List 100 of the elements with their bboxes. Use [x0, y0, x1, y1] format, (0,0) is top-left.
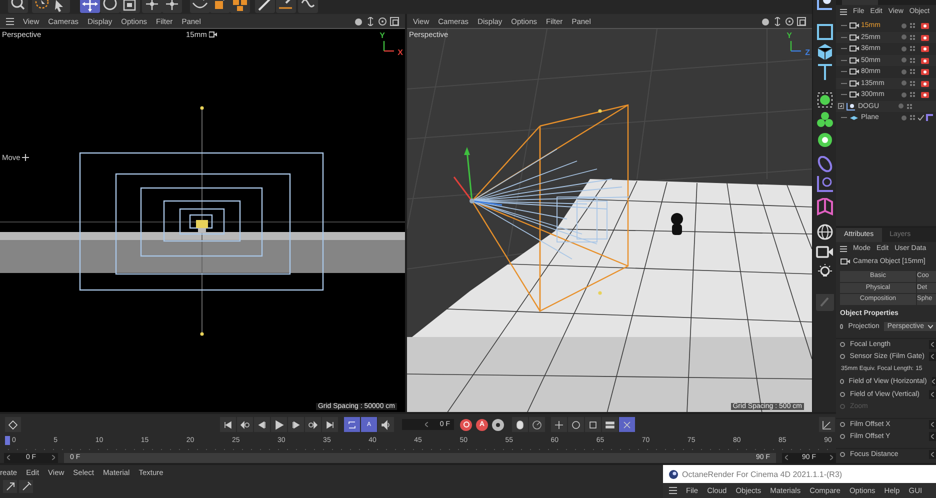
play-icon[interactable] [271, 417, 287, 432]
scale-icon[interactable] [120, 0, 140, 13]
camera-icon [840, 257, 850, 266]
curve-icon[interactable] [298, 0, 318, 13]
deformer-icon[interactable] [814, 176, 834, 194]
scale-key-icon[interactable] [585, 417, 601, 432]
record-icon[interactable] [460, 418, 472, 431]
selection-icon[interactable] [32, 0, 52, 13]
pencil-icon[interactable] [814, 294, 834, 312]
number-field[interactable] [929, 432, 936, 442]
loop-icon [347, 420, 357, 430]
eyedropper-icon[interactable] [19, 480, 33, 493]
chevron-icon[interactable] [52, 455, 55, 460]
orbit-icon[interactable] [785, 16, 794, 26]
next-frame-icon[interactable] [288, 417, 304, 432]
cubes-icon[interactable] [230, 0, 250, 13]
position-key-icon[interactable] [551, 417, 567, 432]
camera-tag-icon[interactable] [918, 68, 929, 76]
globe-icon[interactable] [814, 224, 834, 242]
keyframe-record-icon[interactable] [492, 418, 504, 431]
gauge-icon[interactable] [529, 417, 545, 432]
axis-label: Y [786, 32, 792, 40]
cube-icon[interactable] [210, 0, 230, 13]
camera-icon [849, 21, 859, 30]
material-tag-icon[interactable] [926, 114, 933, 122]
number-field[interactable] [929, 340, 936, 350]
dolly-icon[interactable] [366, 16, 375, 26]
chevron-icon[interactable] [424, 422, 428, 428]
prev-frame-icon[interactable] [254, 417, 270, 432]
parameter-key-icon[interactable] [602, 417, 618, 432]
handle-dot[interactable] [200, 106, 204, 110]
camera-tag-icon[interactable] [918, 91, 929, 98]
keyframe-icon[interactable] [840, 434, 845, 440]
camera-tag-icon[interactable] [918, 22, 929, 30]
motion-record-icon[interactable] [512, 417, 528, 432]
camera-tag-icon[interactable] [918, 56, 929, 64]
keyframe-icon[interactable] [840, 422, 845, 428]
prev-key-icon[interactable] [237, 417, 253, 432]
keyframe-icon[interactable] [840, 452, 845, 458]
keyframe-icon[interactable] [5, 417, 21, 432]
pen-icon[interactable] [190, 0, 210, 13]
cursor-icon[interactable] [50, 0, 70, 13]
move-icon[interactable] [80, 0, 100, 13]
maximize-icon[interactable] [797, 16, 806, 26]
logo-icon [669, 470, 678, 478]
dolly-icon[interactable] [773, 16, 782, 26]
point-level-icon[interactable] [619, 417, 635, 432]
current-frame-marker[interactable] [5, 436, 10, 446]
axis-gizmo-icon [381, 39, 395, 53]
camera-tag-icon[interactable] [918, 45, 929, 52]
chevron-icon[interactable] [7, 455, 10, 460]
rotate-icon[interactable] [100, 0, 120, 13]
chevron-icon[interactable] [928, 324, 933, 329]
expand-toggle[interactable] [838, 103, 844, 110]
loop-button[interactable] [344, 417, 360, 432]
keyframe-icon[interactable] [840, 324, 844, 330]
last-frame-icon[interactable] [322, 417, 338, 432]
orbit-icon[interactable] [378, 16, 387, 26]
pan-icon[interactable] [761, 16, 770, 26]
number-field[interactable] [929, 390, 936, 399]
camera-tag-icon[interactable] [918, 34, 929, 41]
chevron-icon[interactable] [830, 455, 833, 460]
axis-arrows-icon[interactable] [162, 0, 182, 13]
camera-icon [849, 78, 859, 88]
number-field[interactable] [932, 377, 936, 386]
keyframe-icon[interactable] [840, 379, 844, 384]
keyframe-icon[interactable] [840, 392, 845, 397]
graph-icon[interactable] [819, 417, 835, 432]
keyframe-icon[interactable] [840, 354, 845, 360]
sound-icon[interactable] [378, 417, 394, 432]
pan-icon[interactable] [354, 16, 363, 26]
bend-icon[interactable] [814, 198, 834, 216]
next-key-icon[interactable] [305, 417, 321, 432]
rotation-key-icon[interactable] [568, 417, 584, 432]
node-icon[interactable] [814, 92, 834, 110]
axis-arrows-icon[interactable] [142, 0, 162, 13]
menu-icon[interactable] [669, 487, 677, 494]
search-icon[interactable] [8, 0, 28, 13]
chevron-icon[interactable] [785, 455, 788, 460]
handle-dot[interactable] [200, 332, 204, 336]
camera-icon [849, 56, 859, 65]
number-field[interactable] [929, 352, 936, 362]
camera-tag-icon[interactable] [918, 80, 929, 87]
square-icon[interactable] [814, 24, 834, 42]
menu-icon[interactable] [840, 246, 847, 252]
camera-icon [849, 67, 859, 76]
clover-icon[interactable] [814, 112, 834, 130]
keyframe-icon[interactable] [840, 342, 845, 348]
menu-icon[interactable] [840, 8, 847, 14]
number-field[interactable] [929, 450, 936, 460]
menu-icon[interactable] [6, 18, 14, 24]
first-frame-icon[interactable] [220, 417, 236, 432]
crosshair-icon [22, 154, 30, 161]
axis-label: Z [805, 49, 810, 57]
arrow-icon[interactable] [3, 480, 17, 493]
checkmark-icon[interactable] [918, 114, 924, 121]
number-field[interactable] [929, 420, 936, 430]
camera-marker-icon [196, 220, 208, 233]
brush-icon[interactable] [255, 0, 275, 13]
maximize-icon[interactable] [390, 16, 399, 26]
